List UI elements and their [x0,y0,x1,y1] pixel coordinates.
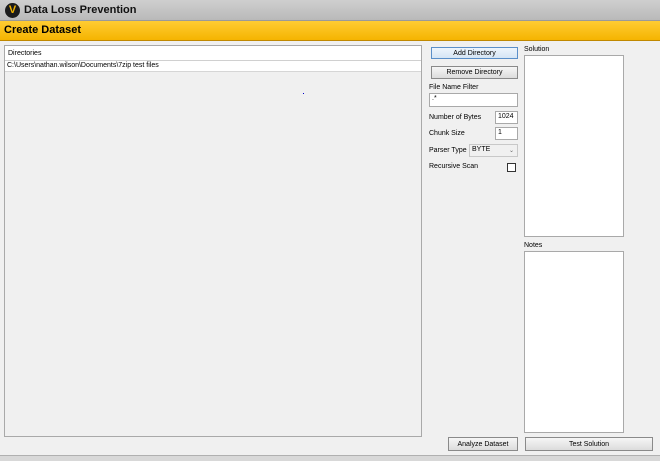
solution-textarea[interactable] [524,55,624,237]
notes-label: Notes [524,242,543,249]
add-directory-button[interactable]: Add Directory [431,47,518,59]
remove-directory-button[interactable]: Remove Directory [431,66,518,79]
file-name-filter-label: File Name Filter [429,84,479,91]
solution-label: Solution [524,46,550,53]
directories-panel: Directories C:\Users\nathan.wilson\Docum… [4,45,422,437]
test-solution-button[interactable]: Test Solution [525,437,653,451]
chunk-size-input[interactable]: 1 [495,127,518,140]
directory-list-item[interactable]: C:\Users\nathan.wilson\Documents\7zip te… [5,61,421,72]
app-title: Data Loss Prevention [24,4,137,16]
parser-type-label: Parser Type [429,147,467,154]
page-header: Create Dataset [0,21,660,41]
chevron-down-icon: ⌄ [508,148,514,154]
recursive-scan-checkbox[interactable] [507,163,516,172]
number-of-bytes-label: Number of Bytes [429,114,482,121]
title-bar: V Data Loss Prevention [0,0,660,21]
notes-textarea[interactable] [524,251,624,433]
file-name-filter-input[interactable]: .* [429,93,518,107]
directories-header: Directories [5,46,421,61]
number-of-bytes-input[interactable]: 1024 [495,111,518,124]
chunk-size-label: Chunk Size [429,130,465,137]
analyze-dataset-button[interactable]: Analyze Dataset [448,437,518,451]
parser-type-value: BYTE [472,146,491,153]
page-title: Create Dataset [4,24,82,36]
parser-type-select[interactable]: BYTE ⌄ [469,144,518,157]
status-strip [0,455,660,461]
app-logo-icon: V [5,3,20,18]
recursive-scan-label: Recursive Scan [429,163,479,170]
cursor-dot [303,93,304,94]
